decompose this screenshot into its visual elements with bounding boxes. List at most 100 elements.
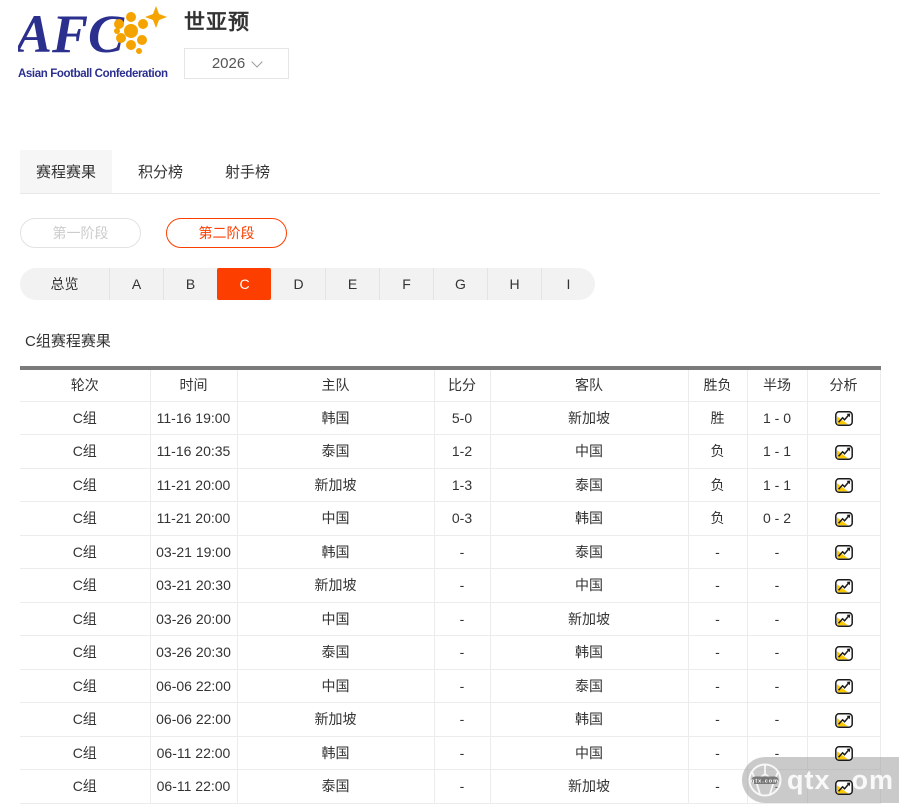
page-title: 世亚预 <box>184 6 289 36</box>
table-row: C组03-21 20:30新加坡-中国-- <box>20 569 880 603</box>
stage-1-button[interactable]: 第一阶段 <box>20 218 141 248</box>
cell-time: 03-21 20:30 <box>150 569 237 603</box>
nav-tabs-bar: 赛程赛果 积分榜 射手榜 <box>20 150 880 194</box>
col-halftime: 半场 <box>747 368 807 401</box>
group-tab-e[interactable]: E <box>325 268 379 300</box>
cell-away-team: 新加坡 <box>490 401 688 435</box>
year-select[interactable]: 2026 <box>184 48 289 79</box>
trend-analysis-icon[interactable] <box>835 478 853 493</box>
cell-score: - <box>434 636 490 670</box>
year-select-value: 2026 <box>212 55 245 72</box>
cell-home-team: 新加坡 <box>237 703 434 737</box>
cell-round: C组 <box>20 669 150 703</box>
cell-home-team: 泰国 <box>237 435 434 469</box>
group-tab-b[interactable]: B <box>163 268 217 300</box>
cell-time: 03-26 20:00 <box>150 602 237 636</box>
cell-round: C组 <box>20 401 150 435</box>
cell-home-team: 韩国 <box>237 736 434 770</box>
cell-halftime: - <box>747 535 807 569</box>
trend-analysis-icon[interactable] <box>835 411 853 426</box>
col-analysis: 分析 <box>807 368 880 401</box>
group-tab-a[interactable]: A <box>109 268 163 300</box>
cell-analysis <box>807 602 880 636</box>
cell-halftime: - <box>747 703 807 737</box>
cell-halftime: - <box>747 602 807 636</box>
col-home-team: 主队 <box>237 368 434 401</box>
cell-score: - <box>434 770 490 804</box>
cell-home-team: 新加坡 <box>237 468 434 502</box>
table-row: C组11-16 20:35泰国1-2中国负1 - 1 <box>20 435 880 469</box>
cell-analysis <box>807 535 880 569</box>
trend-analysis-icon[interactable] <box>835 746 853 761</box>
cell-home-team: 泰国 <box>237 636 434 670</box>
cell-halftime: - <box>747 669 807 703</box>
table-row: C组11-16 19:00韩国5-0新加坡胜1 - 0 <box>20 401 880 435</box>
cell-time: 11-21 20:00 <box>150 502 237 536</box>
trend-analysis-icon[interactable] <box>835 445 853 460</box>
cell-home-team: 中国 <box>237 669 434 703</box>
group-tab-c[interactable]: C <box>217 268 271 300</box>
table-row: C组11-21 20:00新加坡1-3泰国负1 - 1 <box>20 468 880 502</box>
cell-round: C组 <box>20 468 150 502</box>
cell-round: C组 <box>20 770 150 804</box>
group-tab-g[interactable]: G <box>433 268 487 300</box>
trend-analysis-icon[interactable] <box>835 780 853 795</box>
col-score: 比分 <box>434 368 490 401</box>
cell-round: C组 <box>20 636 150 670</box>
table-header-row: 轮次 时间 主队 比分 客队 胜负 半场 分析 <box>20 368 880 401</box>
header: AFC Asian Football Confederation <box>0 0 899 88</box>
cell-result: 负 <box>688 468 747 502</box>
cell-analysis <box>807 669 880 703</box>
cell-time: 11-21 20:00 <box>150 468 237 502</box>
col-round: 轮次 <box>20 368 150 401</box>
trend-analysis-icon[interactable] <box>835 512 853 527</box>
cell-round: C组 <box>20 703 150 737</box>
cell-round: C组 <box>20 535 150 569</box>
trend-analysis-icon[interactable] <box>835 579 853 594</box>
cell-halftime: 1 - 0 <box>747 401 807 435</box>
table-row: C组06-06 22:00新加坡-韩国-- <box>20 703 880 737</box>
cell-analysis <box>807 636 880 670</box>
table-row: C组03-26 20:00中国-新加坡-- <box>20 602 880 636</box>
watermark-ball-label: qtx.com <box>751 778 779 784</box>
cell-round: C组 <box>20 435 150 469</box>
cell-analysis <box>807 468 880 502</box>
cell-away-team: 新加坡 <box>490 602 688 636</box>
cell-away-team: 中国 <box>490 736 688 770</box>
cell-round: C组 <box>20 736 150 770</box>
cell-result: 负 <box>688 502 747 536</box>
cell-time: 03-26 20:30 <box>150 636 237 670</box>
cell-result: - <box>688 602 747 636</box>
trend-analysis-icon[interactable] <box>835 713 853 728</box>
group-tab-h[interactable]: H <box>487 268 541 300</box>
cell-home-team: 韩国 <box>237 535 434 569</box>
cell-home-team: 中国 <box>237 502 434 536</box>
cell-away-team: 韩国 <box>490 703 688 737</box>
cell-away-team: 韩国 <box>490 502 688 536</box>
trend-analysis-icon[interactable] <box>835 545 853 560</box>
cell-result: 胜 <box>688 401 747 435</box>
trend-analysis-icon[interactable] <box>835 646 853 661</box>
section-title: C组赛程赛果 <box>25 330 899 351</box>
table-row: C组03-26 20:30泰国-韩国-- <box>20 636 880 670</box>
trend-analysis-icon[interactable] <box>835 679 853 694</box>
cell-result: - <box>688 770 747 804</box>
soccer-ball-icon: qtx.com <box>747 762 783 798</box>
group-tab-d[interactable]: D <box>271 268 325 300</box>
group-tab-i[interactable]: I <box>541 268 595 300</box>
schedule-table: 轮次 时间 主队 比分 客队 胜负 半场 分析 C组11-16 19:00韩国5… <box>20 366 881 804</box>
col-result: 胜负 <box>688 368 747 401</box>
stage-buttons: 第一阶段 第二阶段 <box>20 218 899 248</box>
col-away-team: 客队 <box>490 368 688 401</box>
tab-schedule-results[interactable]: 赛程赛果 <box>20 150 112 193</box>
group-tab-f[interactable]: F <box>379 268 433 300</box>
cell-score: - <box>434 736 490 770</box>
trend-analysis-icon[interactable] <box>835 612 853 627</box>
watermark-text-right: om <box>852 765 895 796</box>
group-tab-overview[interactable]: 总览 <box>20 268 109 300</box>
stage-2-button[interactable]: 第二阶段 <box>166 218 287 248</box>
tab-standings[interactable]: 积分榜 <box>122 150 199 193</box>
cell-away-team: 韩国 <box>490 636 688 670</box>
cell-analysis <box>807 569 880 603</box>
tab-top-scorers[interactable]: 射手榜 <box>209 150 286 193</box>
